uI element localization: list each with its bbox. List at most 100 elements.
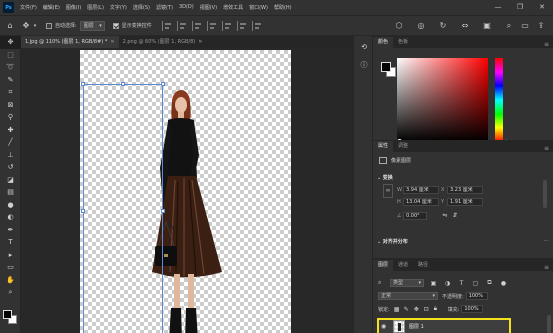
shape-filter-icon[interactable]: ▢ <box>471 280 480 287</box>
menu-type[interactable]: 文字(Y) <box>110 4 127 11</box>
restore-button[interactable]: ❐ <box>513 2 527 13</box>
foreground-color-chip[interactable] <box>381 62 391 72</box>
transform-handle[interactable] <box>81 82 85 86</box>
opacity-input[interactable]: 100% <box>465 292 488 300</box>
layers-scrollbar[interactable] <box>547 315 551 333</box>
layer-name[interactable]: 图层 1 <box>409 323 424 330</box>
layer-kind-dropdown[interactable]: 类型 <box>390 279 424 287</box>
visibility-eye-icon[interactable]: ◉ <box>381 323 391 330</box>
close-icon[interactable]: ✕ <box>198 36 202 48</box>
angle-input[interactable]: 0.00° <box>403 212 427 220</box>
marquee-tool-icon[interactable]: ⬚ <box>0 49 21 62</box>
canvas-area[interactable] <box>21 48 353 333</box>
y-input[interactable]: 1.91 厘米 <box>447 198 483 206</box>
align-distribute-section-title[interactable]: 对齐并分布 <box>377 238 408 245</box>
blur-tool-icon[interactable]: ● <box>0 199 21 212</box>
menu-window[interactable]: 窗口(W) <box>249 4 268 11</box>
orbit-icon[interactable]: ◎ <box>415 20 427 32</box>
saturation-brightness-field[interactable] <box>397 58 488 142</box>
rotate-icon[interactable]: ↻ <box>437 20 449 32</box>
healing-brush-tool-icon[interactable]: ✚ <box>0 124 21 137</box>
pen-tool-icon[interactable]: ✒ <box>0 224 21 237</box>
eyedropper-tool-icon[interactable]: ⚲ <box>0 111 21 124</box>
more-options-icon[interactable]: ··· <box>543 238 549 245</box>
clone-stamp-tool-icon[interactable]: ⊥ <box>0 149 21 162</box>
menu-help[interactable]: 帮助(H) <box>274 4 292 11</box>
menu-filter[interactable]: 滤镜(T) <box>156 4 173 11</box>
menu-file[interactable]: 文件(F) <box>20 4 37 11</box>
close-icon[interactable]: ✕ <box>110 36 114 48</box>
transform-handle[interactable] <box>161 209 165 213</box>
hand-tool-icon[interactable]: ✋ <box>0 274 21 287</box>
panel-menu-icon[interactable]: ≡ <box>544 41 549 48</box>
menu-layer[interactable]: 图层(L) <box>87 4 104 11</box>
tab-document-1[interactable]: 1.jpg @ 110% (图层 1, RGB/8#) * ✕ <box>21 36 119 48</box>
align-vcenter-icon[interactable] <box>221 20 233 31</box>
close-button[interactable]: ✕ <box>535 2 549 13</box>
pixel-filter-icon[interactable]: ▣ <box>429 280 438 287</box>
show-transform-checkbox[interactable] <box>112 22 119 29</box>
panel-menu-icon[interactable]: ≡ <box>544 145 549 152</box>
align-bottom-icon[interactable] <box>236 20 248 31</box>
menu-plugins[interactable]: 增效工具 <box>223 4 243 11</box>
tab-properties[interactable]: 属性 <box>373 141 394 152</box>
menu-edit[interactable]: 编辑(E) <box>43 4 60 11</box>
menu-3d[interactable]: 3D(D) <box>179 4 194 11</box>
transform-handle[interactable] <box>161 82 165 86</box>
align-left-icon[interactable] <box>161 20 173 31</box>
tab-channels[interactable]: 通道 <box>393 260 413 271</box>
crop-tool-icon[interactable]: ⌗ <box>0 86 21 99</box>
blend-mode-dropdown[interactable]: 正常 <box>378 292 438 300</box>
hue-slider[interactable] <box>495 58 503 142</box>
lock-transparent-icon[interactable]: ▦ <box>394 306 400 313</box>
menu-select[interactable]: 选择(S) <box>133 4 150 11</box>
brush-tool-icon[interactable]: ╱ <box>0 136 21 149</box>
lock-position-icon[interactable]: ✥ <box>414 306 420 313</box>
video-icon[interactable]: ▣ <box>481 20 493 32</box>
align-right-icon[interactable] <box>191 20 203 31</box>
share-icon[interactable]: ⇪ <box>535 20 547 32</box>
link-dimensions-icon[interactable]: ∞ <box>383 184 393 198</box>
flip-horizontal-icon[interactable]: ⇋ <box>441 210 449 222</box>
smart-object-filter-icon[interactable]: ⧉ <box>485 279 494 287</box>
slide-icon[interactable]: ⇔ <box>459 20 471 32</box>
align-hcenter-icon[interactable] <box>176 20 188 31</box>
panel-menu-icon[interactable]: ≡ <box>544 264 549 271</box>
lock-artboard-icon[interactable]: ⊡ <box>424 306 430 313</box>
history-brush-tool-icon[interactable]: ↺ <box>0 161 21 174</box>
gradient-tool-icon[interactable]: ▤ <box>0 186 21 199</box>
search-icon[interactable]: ⌕ <box>503 20 515 32</box>
info-icon[interactable]: ⓘ <box>354 58 374 72</box>
history-icon[interactable]: ⟲ <box>354 40 374 54</box>
path-select-tool-icon[interactable]: ▸ <box>0 249 21 262</box>
quick-select-tool-icon[interactable]: ✎ <box>0 74 21 87</box>
minimize-button[interactable]: — <box>491 2 505 13</box>
rectangle-tool-icon[interactable]: ▭ <box>0 261 21 274</box>
tool-preset[interactable]: ✥ ▾ <box>20 20 38 32</box>
auto-select-checkbox[interactable] <box>46 22 52 29</box>
type-tool-icon[interactable]: T <box>0 236 21 249</box>
filter-toggle-icon[interactable]: ● <box>499 280 508 287</box>
tab-layers[interactable]: 图层 <box>373 260 394 271</box>
properties-scrollbar[interactable] <box>543 180 547 208</box>
tab-paths[interactable]: 路径 <box>413 260 433 271</box>
tab-swatches[interactable]: 色板 <box>393 37 413 48</box>
height-input[interactable]: 13.04 厘米 <box>403 198 439 206</box>
zoom-tool-icon[interactable]: ⌕ <box>0 286 21 299</box>
frame-tool-icon[interactable]: ⊠ <box>0 99 21 112</box>
transform-bounding-box[interactable] <box>81 82 165 333</box>
move-tool-icon[interactable]: ✥ <box>0 36 21 49</box>
photoshop-logo[interactable]: Ps <box>3 2 14 13</box>
eraser-tool-icon[interactable]: ◪ <box>0 174 21 187</box>
menu-image[interactable]: 图像(I) <box>66 4 81 11</box>
fill-input[interactable]: 100% <box>461 305 484 313</box>
flip-vertical-icon[interactable]: ⇵ <box>451 210 459 222</box>
tab-document-2[interactable]: 2.png @ 60% (图层 1, RGB/8) ✕ <box>119 36 207 48</box>
home-icon[interactable]: ⌂ <box>4 20 16 32</box>
lock-pixels-icon[interactable]: ✎ <box>404 306 410 313</box>
3d-mode-icon[interactable]: ⬡ <box>393 20 405 32</box>
transform-handle[interactable] <box>121 82 125 86</box>
adjustment-filter-icon[interactable]: ◑ <box>443 280 452 287</box>
lasso-tool-icon[interactable]: ➰ <box>0 61 21 74</box>
foreground-color-swatch[interactable] <box>3 310 12 319</box>
